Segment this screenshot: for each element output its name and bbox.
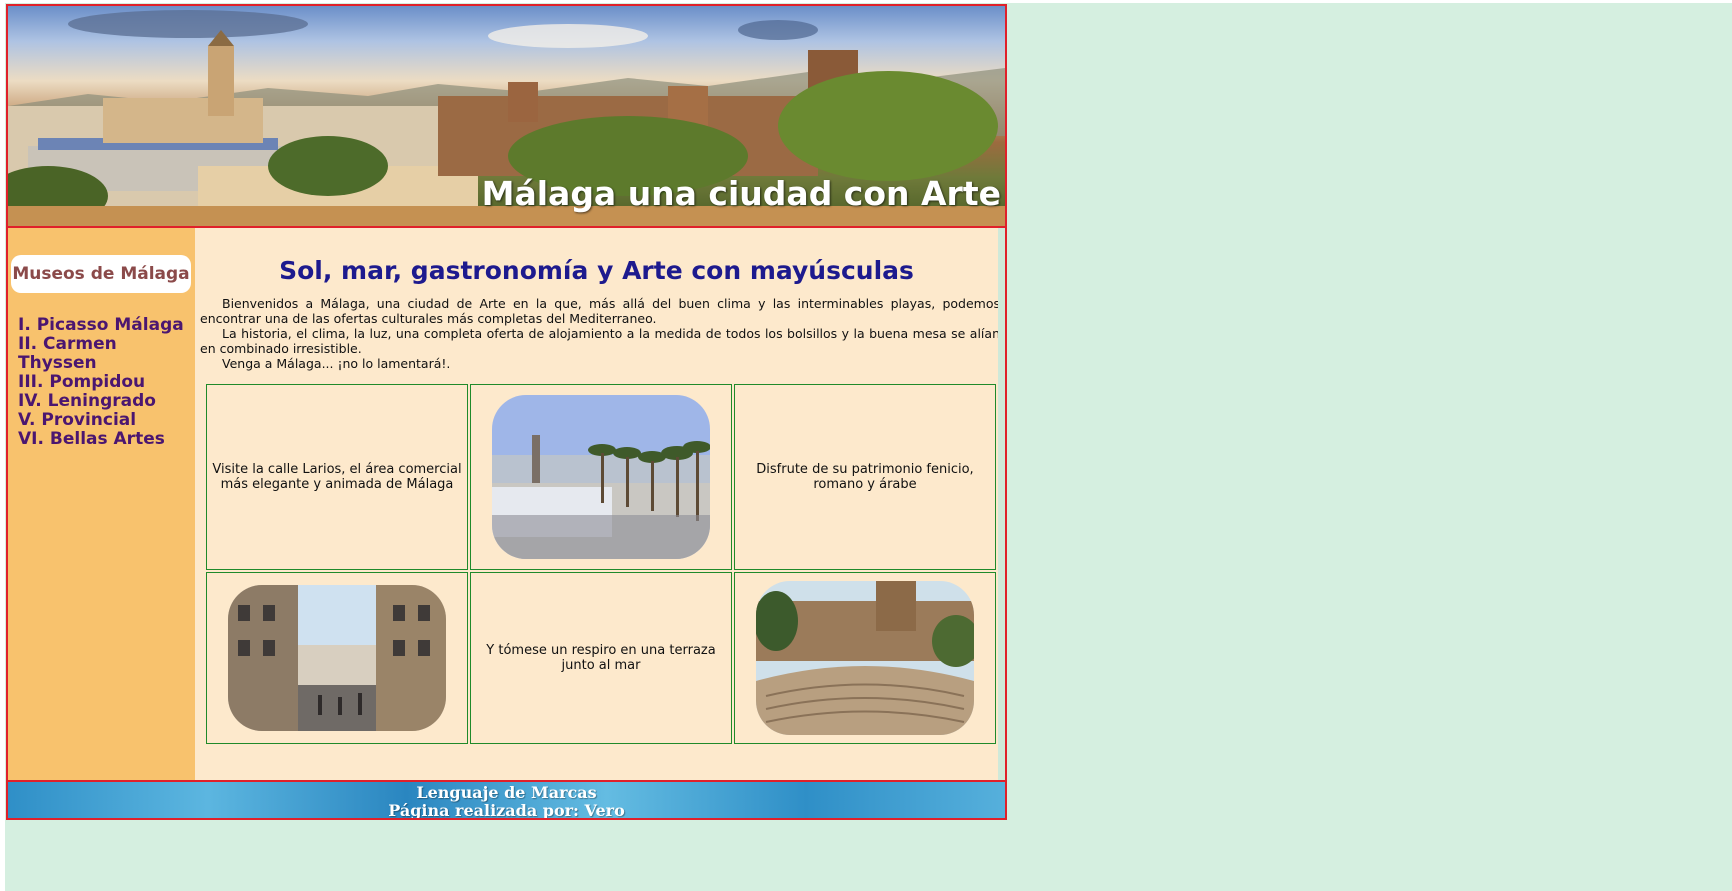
intro-paragraph: La historia, el clima, la luz, una compl… [200, 326, 1000, 356]
main-content: Sol, mar, gastronomía y Arte con mayúscu… [195, 228, 1000, 780]
museum-link-provincial[interactable]: V. Provincial [18, 411, 193, 430]
header-title: Málaga una ciudad con Arte [481, 174, 1001, 213]
footer-course: Lenguaje de Marcas [416, 783, 597, 802]
left-edge [0, 0, 5, 891]
intro-text: Bienvenidos a Málaga, una ciudad de Arte… [200, 296, 1000, 371]
museum-link-picasso[interactable]: I. Picasso Málaga [18, 316, 193, 335]
cell-terraza-text: Y tómese un respiro en una terraza junto… [470, 572, 732, 744]
top-edge [0, 0, 1732, 3]
cell-larios-photo [206, 572, 468, 744]
cell-teatro-photo [734, 572, 996, 744]
museum-list: I. Picasso Málaga II. Carmen Thyssen III… [18, 316, 193, 449]
calle-larios-photo [228, 585, 446, 731]
footer-author: Página realizada por: Vero [388, 801, 625, 818]
museum-link-leningrado[interactable]: IV. Leningrado [18, 392, 193, 411]
photo-grid: Visite la calle Larios, el área comercia… [206, 384, 996, 744]
museum-link-bellas-artes[interactable]: VI. Bellas Artes [18, 430, 193, 449]
roman-theatre-photo [756, 581, 974, 735]
intro-paragraph: Bienvenidos a Málaga, una ciudad de Arte… [200, 296, 1000, 326]
cell-port-photo [470, 384, 732, 570]
cell-larios-text: Visite la calle Larios, el área comercia… [206, 384, 468, 570]
sidebar-title: Museos de Málaga [11, 255, 191, 293]
footer: Lenguaje de Marcas Página realizada por:… [8, 780, 1005, 818]
port-terrace-photo [492, 395, 710, 559]
main-right-divider [998, 228, 1005, 780]
museum-link-pompidou[interactable]: III. Pompidou [18, 373, 193, 392]
sidebar: Museos de Málaga I. Picasso Málaga II. C… [8, 228, 195, 780]
museum-link-thyssen[interactable]: II. Carmen Thyssen [18, 335, 193, 373]
intro-paragraph: Venga a Málaga... ¡no lo lamentará!. [222, 356, 451, 371]
header-banner: Málaga una ciudad con Arte [8, 6, 1005, 228]
page-frame: Málaga una ciudad con Arte Museos de Mál… [6, 4, 1007, 820]
cell-patrimonio-text: Disfrute de su patrimonio fenicio, roman… [734, 384, 996, 570]
main-heading: Sol, mar, gastronomía y Arte con mayúscu… [279, 256, 914, 285]
